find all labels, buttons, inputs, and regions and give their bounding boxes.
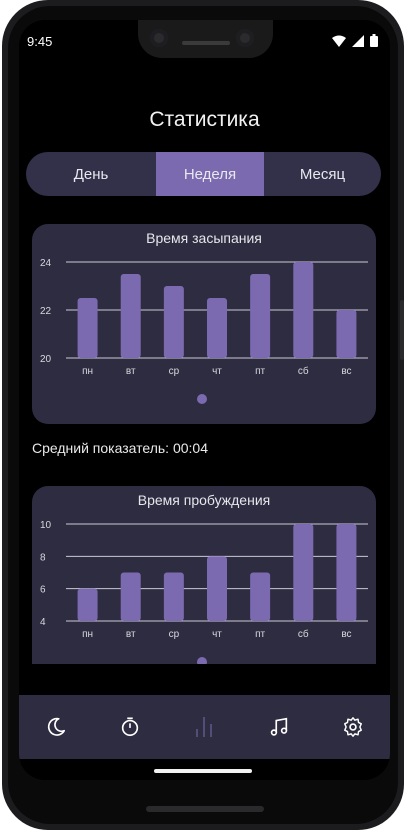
x-tick-label: чт [212,366,222,377]
chart-bar[interactable] [293,262,314,358]
average-value: Средний показатель: 00:04 [32,440,208,456]
x-tick-label: пт [255,629,265,640]
tab-day[interactable]: День [26,152,156,196]
wake-time-chart: 4 6 8 10 пн вт ср чт пт сб вс [40,520,368,640]
chart-bar[interactable] [336,310,357,358]
period-selector: День Неделя Месяц [26,152,381,196]
bottom-speaker [146,806,264,812]
earpiece [182,41,230,45]
y-tick-label: 20 [40,354,52,365]
chart-bar[interactable] [250,572,271,622]
y-tick-label: 4 [40,617,46,628]
chart-bar[interactable] [207,556,227,621]
wifi-icon [332,35,346,47]
x-tick-label: пт [255,366,265,377]
tab-week[interactable]: Неделя [156,152,264,196]
nav-timer[interactable] [110,707,150,747]
chart-bar[interactable] [77,298,98,358]
page-indicator-dot[interactable] [197,657,207,664]
x-tick-label: вт [126,366,136,377]
y-tick-label: 10 [40,520,52,531]
x-tick-label: ср [169,366,180,377]
sleep-time-card: Время засыпания 20 22 24 пн вт ср чт пт сб вс [32,224,376,424]
y-tick-label: 24 [40,258,52,269]
x-tick-label: вс [341,366,351,377]
nav-sleep[interactable] [36,707,76,747]
chart-bar[interactable] [293,524,314,621]
music-icon [270,717,287,736]
status-time: 9:45 [27,34,53,49]
wake-time-card: Время пробуждения 4 6 8 10 пн вт ср чт пт сб вс [32,486,376,664]
chart-bar[interactable] [250,274,271,358]
signal-icon [352,34,364,47]
chart-bar[interactable] [336,524,357,621]
moon-icon [48,717,66,736]
nav-settings[interactable] [333,707,373,747]
x-tick-label: пн [82,366,93,377]
bottom-navigation [19,695,390,759]
camera-icon [150,29,168,47]
app-screen: 9:45 Статистика День Неделя Месяц Время … [19,20,390,780]
settings-icon [343,717,362,737]
chart-bar[interactable] [120,572,141,622]
chart-bar[interactable] [163,286,184,358]
x-tick-label: ср [169,629,180,640]
page-indicator-dot[interactable] [197,394,207,404]
home-indicator[interactable] [154,769,252,773]
x-tick-label: вт [126,629,136,640]
notch [138,20,273,58]
x-tick-label: чт [212,629,222,640]
y-tick-label: 6 [40,585,46,596]
y-tick-label: 22 [40,306,52,317]
x-tick-label: вс [341,629,351,640]
nav-music[interactable] [259,707,299,747]
power-button [400,300,404,360]
camera-icon [236,29,254,47]
x-tick-label: сб [298,628,309,640]
tab-month[interactable]: Месяц [264,152,381,196]
y-tick-label: 8 [40,552,46,563]
chart-bar[interactable] [163,572,184,622]
x-tick-label: сб [298,365,309,377]
nav-statistics[interactable] [184,707,224,747]
page-title: Статистика [149,108,260,131]
chart-bar[interactable] [207,298,227,358]
stats-icon [196,717,213,737]
x-tick-label: пн [82,629,93,640]
chart-bar[interactable] [77,588,98,621]
status-icons [332,34,378,47]
chart-bar[interactable] [120,274,141,358]
battery-icon [370,34,378,47]
timer-icon [122,717,139,737]
